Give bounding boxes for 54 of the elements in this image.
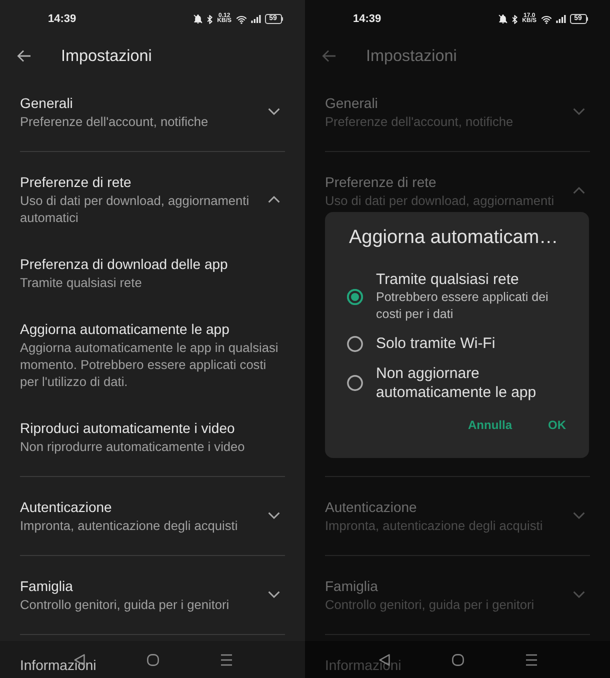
section-title[interactable]: Preferenze di rete <box>20 172 132 192</box>
chevron-up-icon[interactable] <box>268 196 280 202</box>
section-subtitle: Uso di dati per download, aggiornamenti <box>325 192 554 209</box>
setting-title[interactable]: Preferenza di download delle app <box>20 254 228 274</box>
section-subtitle: Impronta, autenticazione degli acquisti <box>20 517 238 534</box>
bluetooth-icon <box>512 14 518 24</box>
option-label[interactable]: Solo tramite Wi-Fi <box>376 334 496 353</box>
menu-icon[interactable] <box>526 654 537 666</box>
section-title[interactable]: Autenticazione <box>20 497 112 517</box>
back-arrow-icon[interactable] <box>17 50 31 62</box>
status-time: 14:39 <box>353 12 382 26</box>
section-subtitle: Preferenze dell'account, notifiche <box>20 113 208 130</box>
section-subtitle: Uso di dati per download, aggiornamenti automatici <box>20 192 250 226</box>
radio-button[interactable] <box>347 288 363 304</box>
radio-button[interactable] <box>347 375 363 391</box>
setting-title[interactable]: Aggiorna automaticamente le app <box>20 319 230 339</box>
dialog-title: Aggiorna automaticam… <box>349 226 560 250</box>
setting-description: Non riprodurre automaticamente i video <box>20 438 245 455</box>
setting-description: Tramite qualsiasi rete <box>20 274 142 291</box>
setting-title[interactable]: Riproduci automaticamente i video <box>20 418 235 438</box>
signal-icon <box>556 15 566 23</box>
bell-off-icon <box>193 14 204 24</box>
section-subtitle: Impronta, autenticazione degli acquisti <box>325 517 543 534</box>
radio-button[interactable] <box>347 336 363 352</box>
wifi-icon <box>236 14 246 24</box>
option-label[interactable]: Tramite qualsiasi rete <box>376 270 519 289</box>
section-subtitle: Controllo genitori, guida per i genitori <box>325 596 534 613</box>
section-subtitle: Preferenze dell'account, notifiche <box>325 113 514 130</box>
text-button[interactable]: OK <box>540 409 574 441</box>
setting-description: Aggiorna automaticamente le app in qualsiasi momento. Potrebbero essere applicati costi per l'utilizzo di dati. <box>20 339 280 390</box>
text-button[interactable]: Annulla <box>460 409 520 441</box>
bluetooth-icon <box>207 14 214 24</box>
home-icon[interactable] <box>452 654 464 666</box>
section-title[interactable]: Autenticazione <box>325 497 417 517</box>
wifi-icon <box>540 14 552 24</box>
home-icon[interactable] <box>147 654 159 666</box>
menu-icon[interactable] <box>221 654 232 666</box>
option-label[interactable]: Non aggiornare automaticamente le app <box>376 364 566 402</box>
option-description: Potrebbero essere applicati dei costi per i dati <box>376 289 550 323</box>
chevron-down-icon[interactable] <box>268 108 280 115</box>
section-title[interactable]: Generali <box>20 93 73 113</box>
section-title[interactable]: Famiglia <box>20 576 73 596</box>
screen-title: Impostazioni <box>366 46 457 66</box>
screen-title: Impostazioni <box>61 46 152 66</box>
chevron-down-icon[interactable] <box>268 512 280 519</box>
bell-off-icon <box>498 14 508 24</box>
section-title[interactable]: Informazioni <box>20 655 96 675</box>
chevron-down-icon[interactable] <box>268 591 280 598</box>
section-title[interactable]: Preferenze di rete <box>325 172 436 192</box>
section-title[interactable]: Generali <box>325 93 378 113</box>
signal-icon <box>250 15 260 23</box>
section-subtitle: Controllo genitori, guida per i genitori <box>20 596 230 613</box>
status-time: 14:39 <box>48 12 76 26</box>
section-title[interactable]: Famiglia <box>325 576 378 596</box>
